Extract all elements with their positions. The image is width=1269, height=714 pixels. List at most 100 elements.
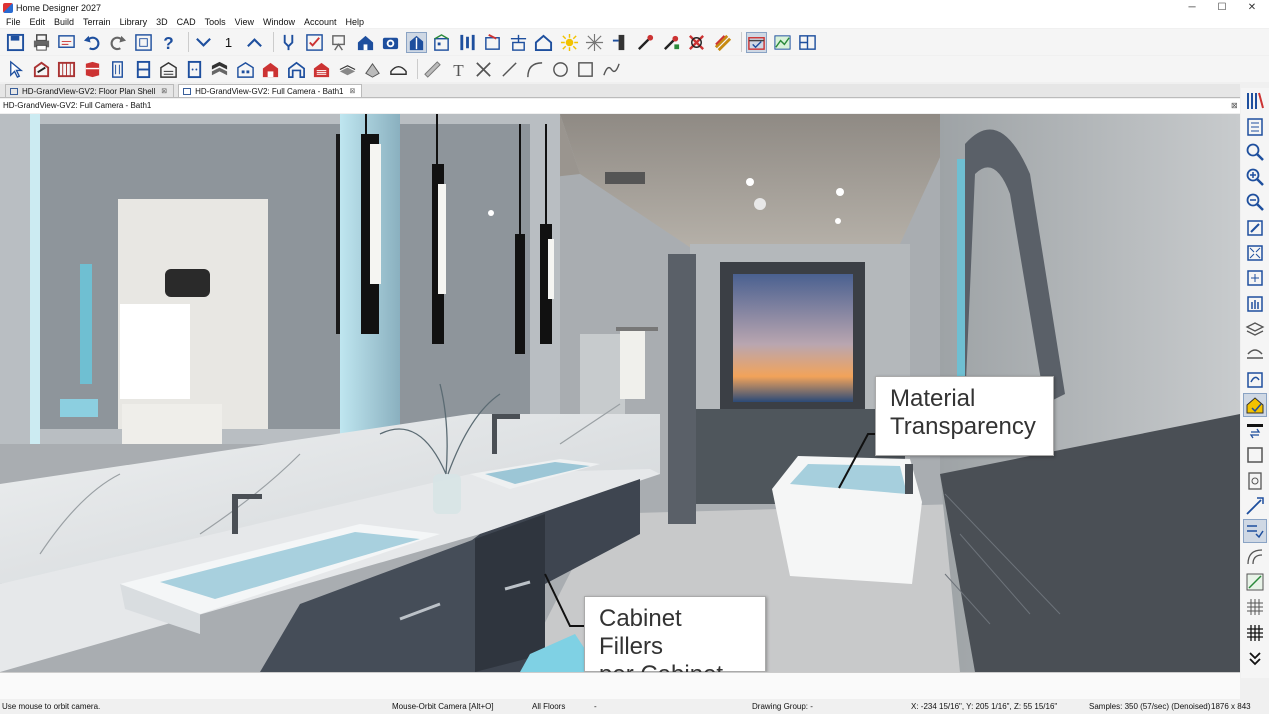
tools-icon[interactable] [278, 32, 299, 53]
menu-library[interactable]: Library [120, 17, 148, 27]
fill-all-icon[interactable] [1243, 266, 1267, 290]
project-browser-icon[interactable] [1243, 115, 1267, 139]
house-icon[interactable] [355, 32, 376, 53]
redo-icon[interactable] [107, 32, 128, 53]
up-floor-icon[interactable] [244, 32, 265, 53]
menu-help[interactable]: Help [346, 17, 365, 27]
zoom-in-icon[interactable] [1243, 165, 1267, 189]
grid-icon[interactable] [1243, 595, 1267, 619]
orbit-icon[interactable] [1243, 342, 1267, 366]
tab-full-camera[interactable]: HD-GrandView-GV2: Full Camera - Bath1 ⊠ [178, 84, 363, 97]
arc-tool-icon[interactable] [1243, 519, 1267, 544]
render-settings-icon[interactable] [746, 31, 767, 53]
page-icon[interactable] [1243, 469, 1267, 493]
curve-icon[interactable] [1243, 570, 1267, 594]
spline-icon[interactable] [601, 59, 622, 80]
menu-edit[interactable]: Edit [30, 17, 46, 27]
help-icon[interactable]: ? [158, 32, 179, 53]
menu-tools[interactable]: Tools [205, 17, 226, 27]
garage-icon[interactable] [311, 59, 332, 80]
down-floor-icon[interactable] [193, 32, 214, 53]
print-preview-icon[interactable] [1243, 494, 1267, 518]
delete-material-icon[interactable] [686, 32, 707, 53]
menu-3d[interactable]: 3D [156, 17, 168, 27]
camera-dolly-icon[interactable] [329, 32, 350, 53]
roof-icon[interactable] [209, 59, 230, 80]
menu-view[interactable]: View [235, 17, 254, 27]
dimension-icon[interactable] [422, 59, 443, 80]
zoom-out-icon[interactable] [1243, 190, 1267, 214]
menu-cad[interactable]: CAD [177, 17, 196, 27]
terrain-view-icon[interactable] [772, 32, 793, 53]
rectangle-icon[interactable] [575, 59, 596, 80]
view-close-icon[interactable]: ⊠ [1231, 101, 1238, 110]
perspective-icon[interactable] [533, 32, 554, 53]
slab-icon[interactable] [362, 59, 383, 80]
pan-icon[interactable] [1243, 292, 1267, 316]
opening-icon[interactable] [286, 59, 307, 80]
camera-icon[interactable] [380, 32, 401, 53]
raytrace-icon[interactable] [584, 32, 605, 53]
text-icon[interactable]: T [448, 59, 469, 80]
deck-icon[interactable] [337, 59, 358, 80]
display-options-icon[interactable] [1243, 392, 1267, 417]
rotate-view-icon[interactable] [1243, 368, 1267, 392]
stairs-icon[interactable] [158, 59, 179, 80]
close-button[interactable]: ✕ [1237, 0, 1267, 15]
angle-snap-icon[interactable] [1243, 545, 1267, 569]
print-icon[interactable] [31, 32, 52, 53]
menu-account[interactable]: Account [304, 17, 337, 27]
menu-terrain[interactable]: Terrain [83, 17, 111, 27]
doll-house-icon[interactable] [405, 31, 427, 53]
camera-viewport[interactable]: Material Transparency Cabinet Fillers pe… [0, 114, 1240, 672]
plan-icon[interactable] [133, 32, 154, 53]
svg-text:T: T [453, 61, 464, 79]
eyedropper-icon[interactable] [635, 32, 656, 53]
door-icon[interactable] [107, 59, 128, 80]
print-preview-icon[interactable] [56, 32, 77, 53]
view-toolbar [1241, 88, 1269, 678]
maximize-button[interactable]: ☐ [1207, 0, 1237, 15]
select-icon[interactable] [5, 59, 26, 80]
split-view-icon[interactable] [797, 32, 818, 53]
menu-window[interactable]: Window [263, 17, 295, 27]
fixture-icon[interactable] [260, 59, 281, 80]
line-icon[interactable] [499, 59, 520, 80]
full-camera-icon[interactable] [482, 32, 503, 53]
tab-close-icon[interactable]: ⊠ [349, 87, 355, 95]
wall-tool-icon[interactable] [31, 59, 52, 80]
layer-control-icon[interactable] [1243, 317, 1267, 341]
tab-floor-plan[interactable]: HD-GrandView-GV2: Floor Plan Shell ⊠ [5, 84, 175, 97]
tab-close-icon[interactable]: ⊠ [161, 87, 167, 95]
undo-zoom-icon[interactable] [1243, 216, 1267, 240]
active-layer-icon[interactable] [1243, 443, 1267, 467]
more-icon[interactable] [1243, 646, 1267, 670]
arc-icon[interactable] [524, 59, 545, 80]
window-tool-icon[interactable] [133, 59, 154, 80]
save-icon[interactable] [5, 32, 26, 53]
fill-window-icon[interactable] [1243, 241, 1267, 265]
cutaway-icon[interactable] [508, 32, 529, 53]
adjust-material-icon[interactable] [712, 32, 733, 53]
shape-icon[interactable] [388, 59, 409, 80]
library-browser-icon[interactable] [1243, 89, 1267, 113]
grid-snap-icon[interactable] [1243, 621, 1267, 645]
elevation-icon[interactable] [431, 32, 452, 53]
swap-icon[interactable] [1243, 418, 1267, 442]
cross-section-icon[interactable] [457, 32, 478, 53]
material-painter-icon[interactable] [661, 32, 682, 53]
menu-file[interactable]: File [6, 17, 21, 27]
minimize-button[interactable]: ─ [1177, 0, 1207, 15]
light-icon[interactable] [559, 32, 580, 53]
zoom-icon[interactable] [1243, 140, 1267, 164]
cabinet-icon[interactable] [82, 59, 103, 80]
railing-icon[interactable] [56, 59, 77, 80]
library-icon[interactable] [235, 59, 256, 80]
circle-icon[interactable] [550, 59, 571, 80]
undo-icon[interactable] [82, 32, 103, 53]
wardrobe-icon[interactable] [184, 59, 205, 80]
delete-icon[interactable] [473, 59, 494, 80]
checklist-icon[interactable] [304, 32, 325, 53]
layer-icon[interactable] [610, 32, 631, 53]
menu-build[interactable]: Build [54, 17, 74, 27]
